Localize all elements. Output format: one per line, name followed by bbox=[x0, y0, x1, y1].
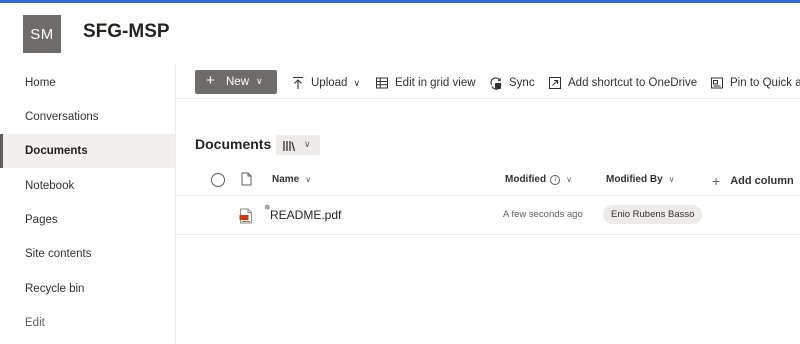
pin-quick-access-button[interactable]: Pin to Quick a bbox=[710, 75, 800, 91]
file-type-icon[interactable] bbox=[241, 172, 252, 189]
column-modified-label: Modified bbox=[505, 174, 547, 185]
new-button[interactable]: + New ∨ bbox=[195, 70, 277, 94]
site-logo[interactable]: SM bbox=[23, 15, 61, 53]
edit-grid-view-label: Edit in grid view bbox=[395, 77, 476, 89]
table-row[interactable]: ✵ README.pdf A few seconds ago Enio Rube… bbox=[176, 197, 800, 235]
sync-icon bbox=[489, 76, 503, 90]
info-icon[interactable]: i bbox=[550, 174, 561, 185]
sidebar-item-pages[interactable]: Pages bbox=[0, 203, 175, 237]
sidebar: Home Conversations Documents Notebook Pa… bbox=[0, 65, 176, 344]
chevron-down-icon: ∨ bbox=[256, 76, 263, 86]
command-bar: + New ∨ Upload ∨ Edit in grid view Sync bbox=[176, 65, 800, 99]
main-content: + New ∨ Upload ∨ Edit in grid view Sync bbox=[176, 65, 800, 344]
sidebar-item-site-contents[interactable]: Site contents bbox=[0, 237, 175, 271]
add-shortcut-button[interactable]: Add shortcut to OneDrive bbox=[548, 75, 697, 91]
site-header: SM SFG-MSP bbox=[0, 3, 800, 65]
sidebar-item-home[interactable]: Home bbox=[0, 66, 175, 100]
upload-label: Upload bbox=[311, 77, 348, 89]
library-icon bbox=[282, 139, 296, 157]
list-header: Name ∨ Modified i ∨ Modified By ∨ + Add … bbox=[176, 162, 800, 196]
grid-icon bbox=[375, 76, 389, 90]
file-name-link[interactable]: README.pdf bbox=[270, 208, 341, 222]
sidebar-item-conversations[interactable]: Conversations bbox=[0, 100, 175, 134]
sidebar-item-recycle-bin[interactable]: Recycle bin bbox=[0, 272, 175, 306]
pdf-icon bbox=[239, 208, 253, 227]
modified-value: A few seconds ago bbox=[503, 209, 583, 220]
new-button-label: New bbox=[226, 76, 250, 88]
upload-button[interactable]: Upload ∨ bbox=[291, 75, 360, 91]
add-column-button[interactable]: + Add column bbox=[712, 173, 794, 189]
sidebar-item-edit[interactable]: Edit bbox=[0, 306, 175, 340]
sync-label: Sync bbox=[509, 77, 535, 89]
edit-grid-view-button[interactable]: Edit in grid view bbox=[375, 75, 476, 91]
column-modified[interactable]: Modified i ∨ bbox=[505, 174, 572, 185]
chevron-down-icon: ∨ bbox=[305, 175, 312, 184]
column-modified-by-label: Modified By bbox=[606, 174, 663, 185]
add-shortcut-label: Add shortcut to OneDrive bbox=[568, 77, 698, 89]
site-title[interactable]: SFG-MSP bbox=[83, 21, 170, 43]
shortcut-icon bbox=[548, 76, 562, 90]
column-name[interactable]: Name ∨ bbox=[272, 174, 311, 185]
select-all-checkbox[interactable] bbox=[211, 173, 225, 187]
library-title: Documents bbox=[195, 136, 272, 152]
sidebar-item-documents[interactable]: Documents bbox=[0, 134, 175, 168]
column-name-label: Name bbox=[272, 174, 300, 185]
chevron-down-icon: ∨ bbox=[668, 175, 675, 184]
chevron-down-icon: ∨ bbox=[566, 175, 572, 184]
plus-icon: + bbox=[712, 173, 721, 189]
pin-icon bbox=[710, 76, 724, 90]
sync-button[interactable]: Sync bbox=[489, 75, 535, 91]
plus-icon: + bbox=[206, 72, 215, 89]
sidebar-item-notebook[interactable]: Notebook bbox=[0, 169, 175, 203]
pin-quick-access-label: Pin to Quick a bbox=[730, 77, 800, 89]
view-switcher[interactable]: ∨ bbox=[276, 135, 320, 155]
upload-icon bbox=[291, 76, 305, 90]
chevron-down-icon: ∨ bbox=[353, 77, 361, 88]
chevron-down-icon: ∨ bbox=[304, 139, 311, 149]
add-column-label: Add column bbox=[730, 175, 794, 187]
column-modified-by[interactable]: Modified By ∨ bbox=[606, 174, 675, 185]
modified-by-badge[interactable]: Enio Rubens Basso bbox=[603, 205, 703, 224]
